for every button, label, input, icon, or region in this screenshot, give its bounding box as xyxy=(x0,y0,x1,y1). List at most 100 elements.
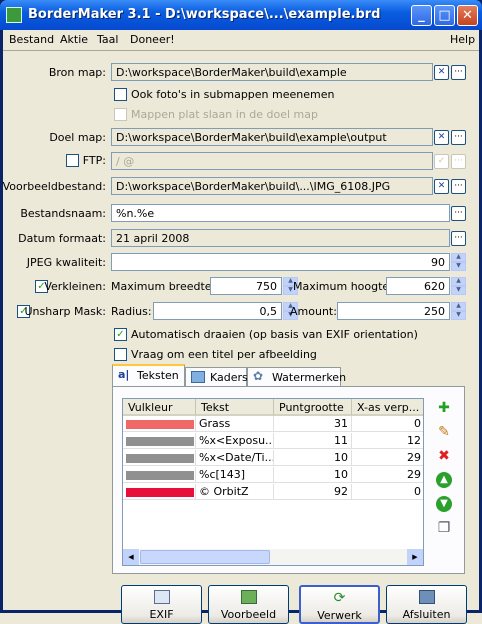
x-offset-cell[interactable]: 0 xyxy=(352,416,423,432)
text-cell[interactable]: %x<Date/Ti... xyxy=(196,450,274,466)
app-window: BorderMaker 3.1 - D:\workspace\...\examp… xyxy=(0,0,482,624)
max-hoogte-field[interactable]: 620 xyxy=(386,277,450,295)
tab-watermerken[interactable]: ✿ Watermerken xyxy=(247,367,346,387)
fill-color-cell[interactable] xyxy=(123,450,196,466)
x-offset-cell[interactable]: 29 xyxy=(352,450,423,466)
submappen-checkbox[interactable] xyxy=(114,88,127,101)
clear-voorbeeld-icon[interactable]: ✕ xyxy=(434,179,449,194)
doel-map-field[interactable]: D:\workspace\BorderMaker\build\example\o… xyxy=(111,128,433,146)
verkleinen-label: Verkleinen: xyxy=(44,280,106,293)
tab-kaders-label: Kaders xyxy=(210,371,248,384)
move-up-icon[interactable]: ▲ xyxy=(436,472,452,488)
tab-kaders[interactable]: Kaders xyxy=(185,367,248,387)
clear-doel-icon[interactable]: ✕ xyxy=(434,130,449,145)
plat-slaan-label: Mappen plat slaan in de doel map xyxy=(131,108,318,121)
max-hoogte-spinner[interactable]: ▲ ▼ xyxy=(451,277,466,295)
delete-icon[interactable]: ✖ xyxy=(436,448,452,464)
radius-field[interactable]: 0,5 xyxy=(153,302,282,320)
table-horizontal-scrollbar[interactable]: ◀ ▶ xyxy=(123,549,423,565)
menu-aktie[interactable]: Aktie xyxy=(60,33,88,46)
move-down-icon[interactable]: ▼ xyxy=(436,496,452,512)
scroll-left-button[interactable]: ◀ xyxy=(123,549,139,565)
text-cell[interactable]: Grass xyxy=(196,416,274,432)
window-title: BorderMaker 3.1 - D:\workspace\...\examp… xyxy=(28,7,381,22)
maximize-button[interactable]: □ xyxy=(434,5,455,26)
color-swatch xyxy=(126,420,194,429)
bestandsnaam-field[interactable]: %n.%e xyxy=(111,204,450,222)
tab-teksten[interactable]: a| Teksten xyxy=(112,364,185,387)
ftp-field[interactable]: / @ xyxy=(111,152,433,170)
column-header-vulkleur[interactable]: Vulkleur xyxy=(123,399,196,416)
browse-doel-button[interactable]: ··· xyxy=(451,130,466,145)
fill-color-cell[interactable] xyxy=(123,416,196,432)
voorbeeld-button[interactable]: Voorbeeld xyxy=(208,585,289,624)
bestandsnaam-label: Bestandsnaam: xyxy=(20,207,106,220)
x-offset-cell[interactable]: 29 xyxy=(352,467,423,483)
ftp-checkbox[interactable] xyxy=(66,154,79,167)
radius-label: Radius: xyxy=(111,305,152,318)
size-cell[interactable]: 92 xyxy=(274,484,352,500)
amount-field[interactable]: 250 xyxy=(337,302,450,320)
size-cell[interactable]: 10 xyxy=(274,450,352,466)
browse-voorbeeld-button[interactable]: ··· xyxy=(451,179,466,194)
x-offset-cell[interactable]: 0 xyxy=(352,484,423,500)
x-offset-cell[interactable]: 12 xyxy=(352,433,423,449)
titel-checkbox[interactable] xyxy=(114,348,127,361)
scroll-right-button[interactable]: ▶ xyxy=(407,549,423,565)
text-cell[interactable]: © OrbitZ xyxy=(196,484,274,500)
text-cell[interactable]: %x<Exposu... xyxy=(196,433,274,449)
table-row[interactable]: %x<Exposu... 11 12 xyxy=(123,433,423,449)
fill-color-cell[interactable] xyxy=(123,433,196,449)
tab-teksten-label: Teksten xyxy=(137,369,179,382)
auto-draaien-checkbox[interactable]: ✓ xyxy=(114,328,127,341)
ftp-browse-button[interactable]: ··· xyxy=(451,154,466,169)
table-row[interactable]: %x<Date/Ti... 10 29 xyxy=(123,450,423,466)
menu-help[interactable]: Help xyxy=(450,33,475,46)
doel-map-label: Doel map: xyxy=(49,131,106,144)
datum-label: Datum formaat: xyxy=(18,232,106,245)
fill-color-cell[interactable] xyxy=(123,484,196,500)
size-cell[interactable]: 11 xyxy=(274,433,352,449)
exif-button[interactable]: EXIF xyxy=(121,585,202,624)
copy-icon[interactable]: ❐ xyxy=(436,520,452,536)
amount-spinner[interactable]: ▲ ▼ xyxy=(451,302,466,320)
add-icon[interactable]: ✚ xyxy=(436,400,452,416)
fill-color-cell[interactable] xyxy=(123,467,196,483)
jpeg-quality-field[interactable]: 90 xyxy=(111,253,450,271)
app-icon xyxy=(6,7,22,23)
datum-field[interactable]: 21 april 2008 xyxy=(111,229,450,247)
menu-doneer[interactable]: Doneer! xyxy=(130,33,175,46)
menu-taal[interactable]: Taal xyxy=(97,33,118,46)
table-row[interactable]: © OrbitZ 92 0 xyxy=(123,484,423,500)
menu-bestand[interactable]: Bestand xyxy=(9,33,54,46)
column-header-puntgrootte[interactable]: Puntgrootte xyxy=(274,399,352,416)
color-swatch xyxy=(126,471,194,480)
tekst-table[interactable]: Vulkleur Tekst Puntgrootte X-as verp... … xyxy=(122,398,424,566)
voorbeeld-field[interactable]: D:\workspace\BorderMaker\build\...\IMG_6… xyxy=(111,177,433,195)
table-row[interactable]: %c[143] 10 29 xyxy=(123,467,423,483)
column-header-tekst[interactable]: Tekst xyxy=(196,399,274,416)
edit-icon[interactable]: ✎ xyxy=(436,424,452,440)
afsluiten-button[interactable]: Afsluiten xyxy=(386,585,467,624)
minimize-button[interactable]: _ xyxy=(411,5,432,26)
bestandsnaam-button[interactable]: ··· xyxy=(451,206,466,221)
tab-watermerken-label: Watermerken xyxy=(272,371,347,384)
ftp-check-icon: ✓ xyxy=(434,154,449,169)
max-breedte-field[interactable]: 750 xyxy=(210,277,282,295)
size-cell[interactable]: 31 xyxy=(274,416,352,432)
frame-icon xyxy=(191,371,205,383)
size-cell[interactable]: 10 xyxy=(274,467,352,483)
close-button[interactable]: ✕ xyxy=(457,5,478,26)
scroll-thumb[interactable] xyxy=(140,550,270,564)
clear-bron-icon[interactable]: ✕ xyxy=(434,65,449,80)
browse-bron-button[interactable]: ··· xyxy=(451,65,466,80)
jpeg-spinner[interactable]: ▲ ▼ xyxy=(451,253,466,271)
table-row[interactable]: Grass 31 0 xyxy=(123,416,423,432)
column-header-x-as[interactable]: X-as verp... xyxy=(352,399,423,416)
ftp-label: FTP: xyxy=(82,154,106,167)
datum-button[interactable]: ··· xyxy=(451,231,466,246)
bron-map-field[interactable]: D:\workspace\BorderMaker\build\example xyxy=(111,63,433,81)
verwerk-button[interactable]: ⟳ Verwerk xyxy=(299,585,380,624)
plat-slaan-checkbox[interactable] xyxy=(114,108,127,121)
text-cell[interactable]: %c[143] xyxy=(196,467,274,483)
